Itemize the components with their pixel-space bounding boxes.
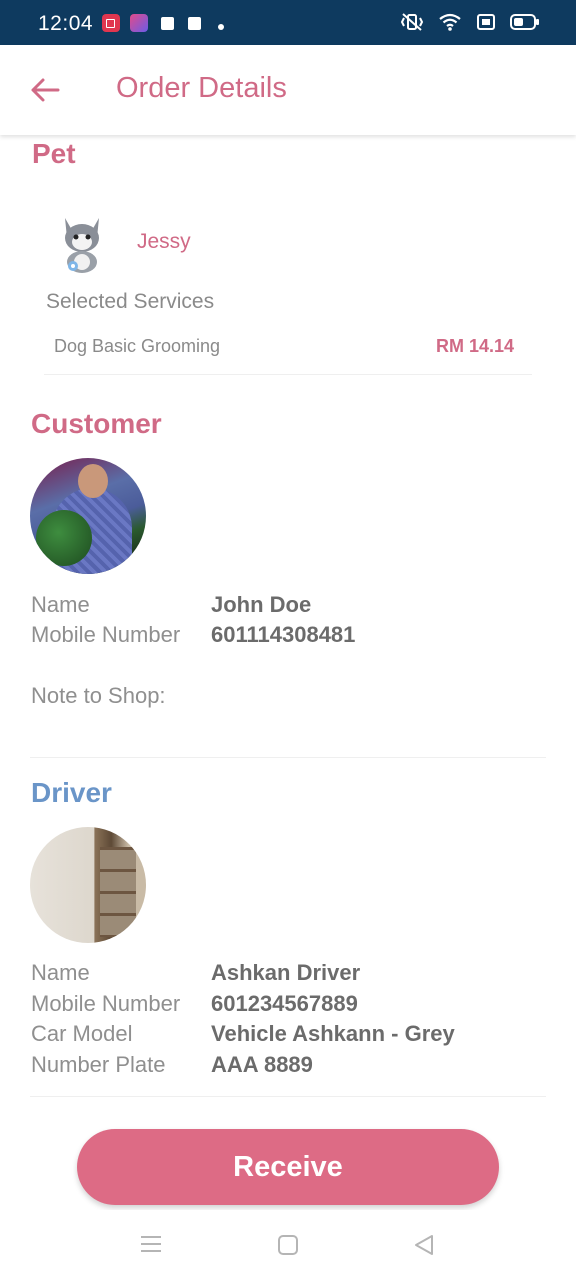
- service-price: RM 14.14: [435, 336, 514, 356]
- driver-section-title: Driver: [31, 777, 112, 808]
- customer-avatar: [30, 458, 146, 574]
- customer-name: John Doe: [211, 592, 312, 617]
- app-notification-icon: [130, 14, 148, 32]
- driver-name-row: Name Ashkan Driver: [0, 960, 576, 988]
- pet-name: Jessy: [137, 230, 191, 253]
- customer-name-row: Name John Doe: [0, 592, 576, 620]
- notification-square-icon: [188, 17, 201, 30]
- home-icon[interactable]: [277, 1234, 299, 1256]
- customer-mobile-label: Mobile Number: [31, 622, 181, 647]
- menu-icon[interactable]: [140, 1234, 162, 1254]
- screen-cast-icon: [477, 14, 495, 30]
- back-button[interactable]: [28, 73, 62, 107]
- car-model: Vehicle Ashkann - Grey: [211, 1021, 455, 1046]
- note-row: Note to Shop:: [0, 683, 576, 711]
- back-nav-icon[interactable]: [413, 1234, 435, 1256]
- pet-section-title: Pet: [32, 138, 76, 169]
- note-to-shop-label: Note to Shop:: [31, 683, 166, 708]
- more-notifications-dot-icon: [218, 24, 224, 30]
- app-bar: Order Details: [0, 45, 576, 135]
- arrow-left-icon: [31, 78, 60, 102]
- driver-name: Ashkan Driver: [211, 960, 361, 985]
- selected-services-label: Selected Services: [46, 290, 215, 313]
- number-plate-label: Number Plate: [31, 1052, 166, 1077]
- service-name: Dog Basic Grooming: [54, 336, 221, 356]
- driver-mobile: 601234567889: [211, 991, 358, 1016]
- cat-icon: [65, 218, 99, 273]
- status-icons: [400, 12, 540, 32]
- customer-mobile-row: Mobile Number 601114308481: [0, 622, 576, 650]
- page-title: Order Details: [116, 72, 287, 104]
- wifi-icon: [439, 13, 461, 31]
- pet-avatar: [57, 212, 107, 274]
- vibrate-icon: [400, 13, 424, 31]
- driver-name-label: Name: [31, 960, 90, 985]
- receive-button[interactable]: Receive: [77, 1129, 499, 1205]
- divider: [30, 1096, 546, 1097]
- system-navigation-bar: [0, 1210, 576, 1280]
- customer-name-label: Name: [31, 592, 90, 617]
- status-bar: 12:04: [0, 0, 576, 45]
- driver-mobile-row: Mobile Number 601234567889: [0, 991, 576, 1019]
- customer-section-title: Customer: [31, 408, 162, 439]
- driver-car-row: Car Model Vehicle Ashkann - Grey: [0, 1021, 576, 1049]
- status-time: 12:04: [38, 12, 94, 35]
- customer-mobile: 601114308481: [211, 622, 356, 647]
- screen-recorder-icon: [102, 14, 120, 32]
- divider: [44, 374, 532, 375]
- car-model-label: Car Model: [31, 1021, 133, 1046]
- notification-square-icon: [161, 17, 174, 30]
- battery-icon: [510, 14, 539, 30]
- driver-mobile-label: Mobile Number: [31, 991, 181, 1016]
- divider: [30, 757, 546, 758]
- driver-avatar: [30, 827, 146, 943]
- driver-plate-row: Number Plate AAA 8889: [0, 1052, 576, 1080]
- number-plate: AAA 8889: [211, 1052, 313, 1077]
